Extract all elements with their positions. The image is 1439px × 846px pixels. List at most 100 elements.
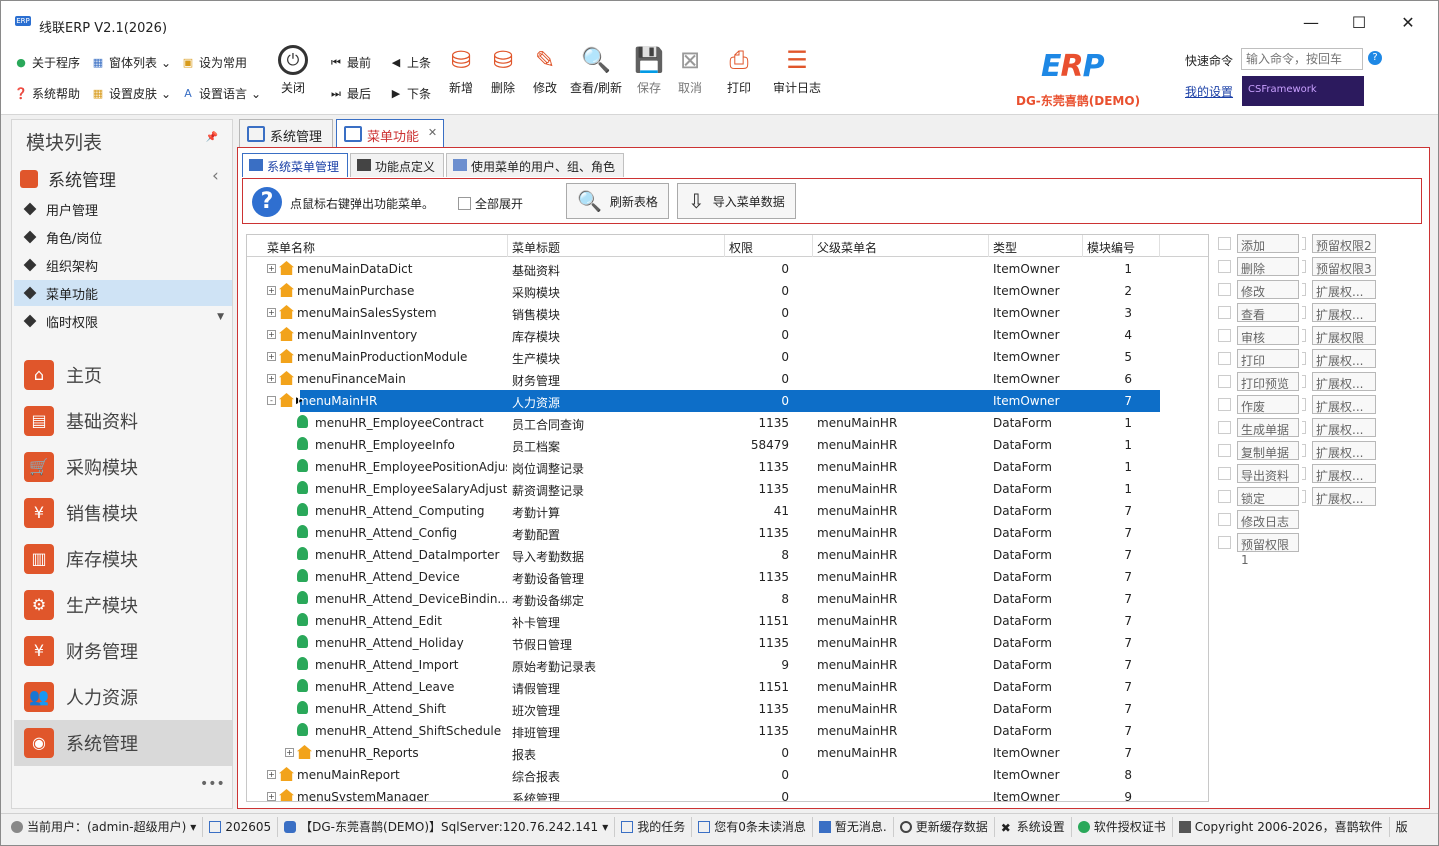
table-row[interactable]: + menuFinanceMain 财务管理 0 ItemOwner 6: [247, 368, 1208, 390]
nav-basic-data[interactable]: ▤ 基础资料: [14, 398, 232, 444]
table-row[interactable]: menuHR_EmployeeSalaryAdjust 薪资调整记录 1135 men…: [247, 478, 1208, 500]
table-row[interactable]: menuHR_Attend_Device 考勤设备管理 1135 menuMainHR…: [247, 566, 1208, 588]
table-row[interactable]: menuHR_EmployeePositionAdjust 岗位调整记录 1135 m…: [247, 456, 1208, 478]
expand-toggle-icon[interactable]: +: [267, 308, 276, 317]
my-settings-link[interactable]: 我的设置: [1185, 83, 1233, 100]
table-row[interactable]: + menuMainInventory 库存模块 0 ItemOwner 4: [247, 324, 1208, 346]
permission-item[interactable]: 扩展权...: [1302, 303, 1376, 322]
checkbox-icon[interactable]: [1302, 421, 1306, 434]
checkbox-icon[interactable]: [1302, 352, 1306, 365]
system-help-button[interactable]: ❓ 系统帮助: [14, 85, 80, 102]
checkbox-icon[interactable]: [1218, 352, 1231, 365]
checkbox-icon[interactable]: [1302, 237, 1306, 250]
permission-item[interactable]: 扩展权...: [1302, 464, 1376, 483]
checkbox-icon[interactable]: [1218, 329, 1231, 342]
permission-item[interactable]: 导出资料: [1218, 464, 1299, 483]
table-row[interactable]: + menuMainReport 综合报表 0 ItemOwner 8: [247, 764, 1208, 786]
sidebar-item-roles[interactable]: 角色/岗位: [14, 224, 232, 250]
table-row[interactable]: menuHR_Attend_Config 考勤配置 1135 menuMainHR Da…: [247, 522, 1208, 544]
permission-item[interactable]: 删除: [1218, 257, 1299, 276]
module-group-header[interactable]: 系统管理 ‹: [20, 166, 219, 191]
checkbox-icon[interactable]: [1302, 260, 1306, 273]
system-settings-button[interactable]: ✖ 系统设置: [995, 816, 1072, 837]
nav-sales[interactable]: ¥ 销售模块: [14, 490, 232, 536]
permission-item[interactable]: 预留权限2: [1302, 234, 1376, 253]
window-list-button[interactable]: ▦ 窗体列表 ⌄: [91, 54, 171, 71]
column-header[interactable]: 菜单标题: [512, 239, 560, 256]
print-button[interactable]: ⎙ 打印: [711, 45, 767, 96]
quick-command-input[interactable]: [1241, 48, 1363, 70]
nav-home[interactable]: ⌂ 主页: [14, 352, 232, 398]
checkbox-icon[interactable]: [1218, 306, 1231, 319]
cancel-button[interactable]: ⊠ 取消: [662, 45, 718, 96]
close-icon[interactable]: ✕: [428, 126, 437, 139]
close-module-button[interactable]: ⏻ 关闭: [265, 45, 321, 96]
database-status[interactable]: 【DG-东莞喜鹊(DEMO)】SqlServer:120.76.242.141 ▾: [278, 816, 616, 837]
permission-item[interactable]: 添加: [1218, 234, 1299, 253]
checkbox-icon[interactable]: [1302, 490, 1306, 503]
expand-toggle-icon[interactable]: +: [267, 330, 276, 339]
permission-item[interactable]: 查看: [1218, 303, 1299, 322]
sidebar-item-user-management[interactable]: 用户管理: [14, 196, 232, 222]
permission-item[interactable]: 扩展权...: [1302, 395, 1376, 414]
checkbox-icon[interactable]: [1218, 513, 1231, 526]
permission-item[interactable]: 作废: [1218, 395, 1299, 414]
chevron-down-icon[interactable]: ▼: [217, 312, 224, 322]
nav-finance[interactable]: ¥ 财务管理: [14, 628, 232, 674]
column-header[interactable]: 权限: [729, 239, 753, 256]
import-menu-button[interactable]: ⇩ 导入菜单数据: [677, 183, 796, 219]
nav-hr[interactable]: 👥 人力资源: [14, 674, 232, 720]
nav-inventory[interactable]: ▥ 库存模块: [14, 536, 232, 582]
table-row[interactable]: menuHR_Attend_Import 原始考勤记录表 9 menuMainHR Da…: [247, 654, 1208, 676]
first-record-button[interactable]: ⏮ 最前: [329, 54, 371, 71]
table-row[interactable]: menuHR_Attend_Leave 请假管理 1151 menuMainHR Dat…: [247, 676, 1208, 698]
maximize-icon[interactable]: ☐: [1344, 11, 1374, 35]
table-row[interactable]: ▶ - menuMainHR 人力资源 0 ItemOwner 7: [267, 390, 1160, 412]
table-row[interactable]: menuHR_Attend_Shift 班次管理 1135 menuMainHR Dat…: [247, 698, 1208, 720]
checkbox-icon[interactable]: [1302, 329, 1306, 342]
checkbox-icon[interactable]: [1218, 490, 1231, 503]
permission-item[interactable]: 扩展权...: [1302, 372, 1376, 391]
table-row[interactable]: menuHR_Attend_DeviceBindin... 考勤设备绑定 8 menu…: [247, 588, 1208, 610]
expand-toggle-icon[interactable]: +: [267, 264, 276, 273]
expand-toggle-icon[interactable]: +: [267, 374, 276, 383]
table-row[interactable]: + menuMainDataDict 基础资料 0 ItemOwner 1: [247, 258, 1208, 280]
nav-production[interactable]: ⚙ 生产模块: [14, 582, 232, 628]
set-favorite-button[interactable]: ▣ 设为常用: [181, 54, 247, 71]
table-row[interactable]: + menuHR_Reports 报表 0 menuMainHR ItemOwner 7: [247, 742, 1208, 764]
about-button[interactable]: ● 关于程序: [14, 54, 80, 71]
column-header[interactable]: 父级菜单名: [817, 239, 877, 256]
my-tasks-status[interactable]: 我的任务: [615, 816, 693, 837]
last-record-button[interactable]: ⏭ 最后: [329, 85, 371, 102]
more-icon[interactable]: •••: [200, 776, 225, 792]
expand-toggle-icon[interactable]: +: [267, 770, 276, 779]
table-row[interactable]: + menuMainPurchase 采购模块 0 ItemOwner 2: [247, 280, 1208, 302]
minimize-icon[interactable]: —: [1296, 11, 1326, 35]
checkbox-icon[interactable]: [1302, 283, 1306, 296]
expand-toggle-icon[interactable]: +: [267, 352, 276, 361]
expand-toggle-icon[interactable]: -: [267, 396, 276, 405]
next-record-button[interactable]: ▶ 下条: [389, 85, 431, 102]
permission-item[interactable]: 修改: [1218, 280, 1299, 299]
sidebar-item-org-structure[interactable]: 组织架构: [14, 252, 232, 278]
tab-system-menu-management[interactable]: 系统菜单管理: [242, 153, 349, 177]
set-skin-button[interactable]: ▦ 设置皮肤 ⌄: [91, 85, 171, 102]
tab-menu-users[interactable]: 使用菜单的用户、组、角色: [446, 153, 625, 177]
tab-system-management[interactable]: 系统管理: [239, 119, 334, 147]
permission-item[interactable]: 扩展权...: [1302, 441, 1376, 460]
pin-icon[interactable]: 📌: [206, 132, 218, 143]
nav-purchase[interactable]: 🛒 采购模块: [14, 444, 232, 490]
checkbox-icon[interactable]: [1218, 421, 1231, 434]
checkbox-icon[interactable]: [1218, 375, 1231, 388]
set-language-button[interactable]: A 设置语言 ⌄: [181, 85, 261, 102]
expand-toggle-icon[interactable]: +: [267, 286, 276, 295]
tab-function-points[interactable]: 功能点定义: [350, 153, 445, 177]
checkbox-icon[interactable]: [1218, 467, 1231, 480]
expand-all-checkbox[interactable]: 全部展开: [458, 195, 523, 212]
permission-item[interactable]: 扩展权...: [1302, 280, 1376, 299]
column-header[interactable]: 类型: [993, 239, 1017, 256]
permission-item[interactable]: 扩展权限: [1302, 326, 1376, 345]
checkbox-icon[interactable]: [1302, 398, 1306, 411]
expand-toggle-icon[interactable]: +: [285, 748, 294, 757]
permission-item[interactable]: 预留权限1: [1218, 533, 1299, 567]
